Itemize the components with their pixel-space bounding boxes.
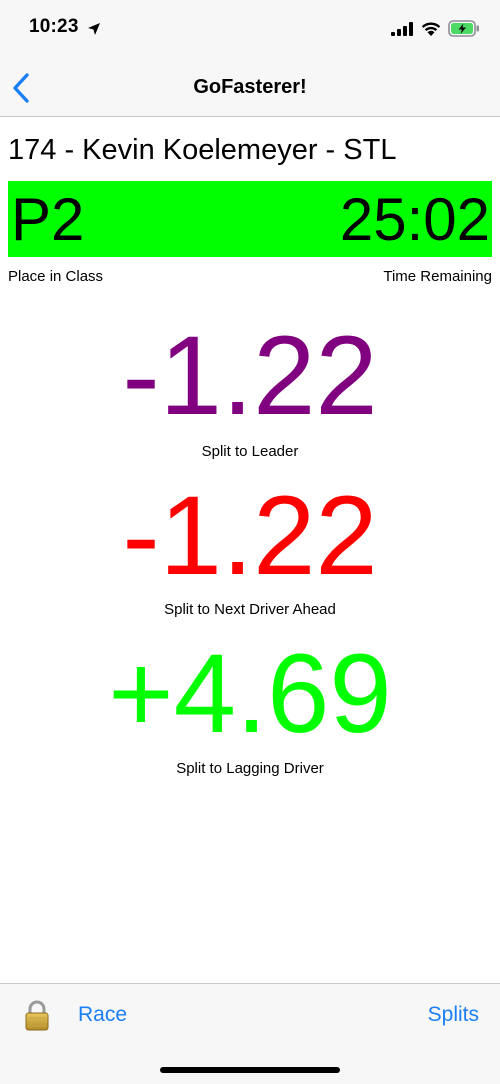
position-banner: P2 25:02 — [8, 181, 492, 257]
split-to-lagging-driver-label: Split to Lagging Driver — [176, 760, 324, 777]
tab-race[interactable]: Race — [78, 1003, 127, 1027]
status-time: 10:23 — [29, 16, 79, 37]
tab-bar: Race Splits — [0, 983, 500, 1084]
tab-splits[interactable]: Splits — [428, 1003, 479, 1027]
navigation-bar: GoFasterer! — [0, 60, 500, 117]
wifi-icon — [421, 22, 441, 36]
split-to-leader-label: Split to Leader — [201, 443, 299, 460]
time-remaining-label: Time Remaining — [383, 268, 492, 285]
split-to-lagging-driver-value: +4.69 — [108, 631, 392, 756]
split-to-leader-value: -1.22 — [122, 313, 378, 438]
place-value: P2 — [11, 186, 85, 253]
split-to-next-driver-label: Split to Next Driver Ahead — [164, 601, 336, 618]
status-bar: 10:23 — [0, 0, 500, 60]
location-arrow-icon — [88, 23, 100, 35]
lock-icon[interactable] — [24, 1000, 50, 1032]
battery-charging-icon — [448, 20, 479, 37]
place-label: Place in Class — [8, 268, 104, 285]
cellular-signal-icon — [391, 22, 413, 36]
home-indicator — [160, 1067, 340, 1073]
nav-title: GoFasterer! — [193, 76, 307, 98]
split-to-next-driver-value: -1.22 — [122, 473, 378, 598]
time-remaining-value: 25:02 — [339, 186, 490, 253]
driver-title: 174 - Kevin Koelemeyer - STL — [8, 134, 397, 166]
